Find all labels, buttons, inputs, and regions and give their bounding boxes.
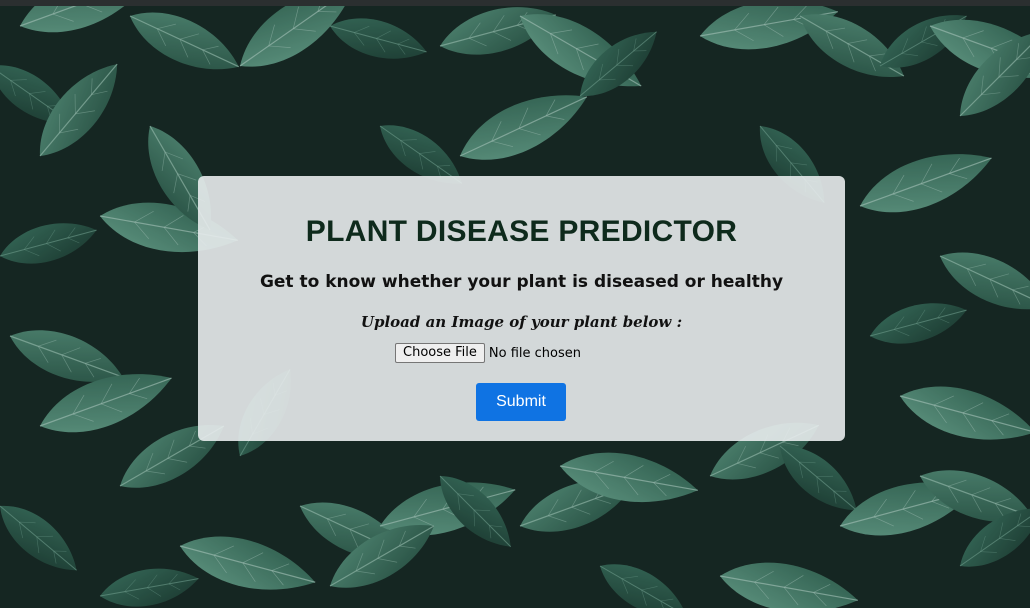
browser-top-strip <box>0 0 1030 6</box>
file-input[interactable]: Choose File No file chosen <box>395 343 581 363</box>
choose-file-button[interactable]: Choose File <box>395 343 485 363</box>
upload-label: Upload an Image of your plant below : <box>360 313 683 331</box>
predictor-card: PLANT DISEASE PREDICTOR Get to know whet… <box>198 176 845 441</box>
page-title: PLANT DISEASE PREDICTOR <box>305 215 738 248</box>
page-subtitle: Get to know whether your plant is diseas… <box>259 272 784 292</box>
file-status-text: No file chosen <box>488 345 581 361</box>
submit-button[interactable]: Submit <box>476 383 566 421</box>
page: PLANT DISEASE PREDICTOR Get to know whet… <box>0 0 1030 608</box>
